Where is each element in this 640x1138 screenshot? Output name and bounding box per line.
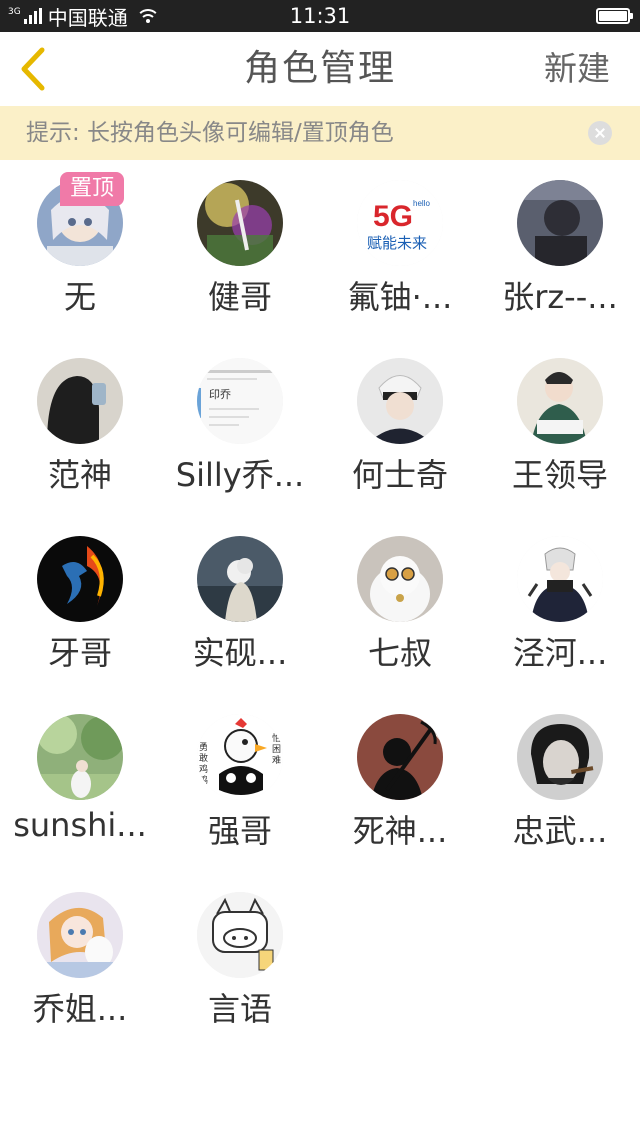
role-grid: 置顶 无 健哥 5G hello 赋能未来 氟铀·... 张rz--... 范神	[0, 160, 640, 1050]
role-item[interactable]: 健哥	[160, 160, 320, 338]
battery-icon	[596, 8, 633, 24]
role-item[interactable]: 实砚...	[160, 516, 320, 694]
avatar-image[interactable]	[197, 536, 283, 622]
role-name: 实砚...	[192, 634, 288, 672]
role-item[interactable]: 忠武...	[480, 694, 640, 872]
role-item[interactable]: 泾河...	[480, 516, 640, 694]
role-item[interactable]: 张rz--...	[480, 160, 640, 338]
avatar-image[interactable]	[357, 714, 443, 800]
avatar-image[interactable]	[517, 536, 603, 622]
role-item[interactable]: 5G hello 赋能未来 氟铀·...	[320, 160, 480, 338]
role-item[interactable]: sunshi...	[0, 694, 160, 872]
avatar-image[interactable]: 5G hello 赋能未来	[357, 180, 443, 266]
tip-text: 提示: 长按角色头像可编辑/置顶角色	[26, 120, 394, 146]
tip-banner: 提示: 长按角色头像可编辑/置顶角色	[0, 106, 640, 160]
avatar-image[interactable]: 勇敢鸡鸡 不怕困难	[197, 714, 283, 800]
avatar-image[interactable]: 印乔	[197, 358, 283, 444]
role-item[interactable]: 印乔 Silly乔...	[160, 338, 320, 516]
role-name: 张rz--...	[502, 278, 618, 316]
avatar-image[interactable]	[517, 358, 603, 444]
header: 角色管理 新建	[0, 32, 640, 106]
role-item[interactable]: 七叔	[320, 516, 480, 694]
status-time: 11:31	[289, 4, 351, 28]
close-tip-icon[interactable]	[588, 121, 612, 145]
role-name: 牙哥	[47, 634, 112, 672]
role-name: 健哥	[207, 278, 272, 316]
avatar-image[interactable]	[37, 892, 123, 978]
avatar-image[interactable]	[517, 714, 603, 800]
new-role-button[interactable]: 新建	[544, 32, 610, 106]
avatar-image[interactable]	[197, 892, 283, 978]
role-name: Silly乔...	[175, 456, 305, 494]
role-name: 氟铀·...	[347, 278, 453, 316]
pinned-badge: 置顶	[60, 172, 124, 206]
role-item[interactable]: 牙哥	[0, 516, 160, 694]
avatar-image[interactable]	[37, 536, 123, 622]
role-item[interactable]: 勇敢鸡鸡 不怕困难 强哥	[160, 694, 320, 872]
status-bar: 3G 中国联通 11:31	[0, 0, 640, 32]
avatar-image[interactable]	[357, 536, 443, 622]
role-item[interactable]: 言语	[160, 872, 320, 1050]
logo-slogan-text: 赋能未来	[367, 234, 427, 252]
logo-hello-text: hello	[413, 199, 430, 208]
role-name: 言语	[207, 990, 272, 1028]
avatar-image[interactable]	[517, 180, 603, 266]
role-name: 七叔	[367, 634, 432, 672]
role-item[interactable]: 死神...	[320, 694, 480, 872]
role-item[interactable]: 置顶 无	[0, 160, 160, 338]
role-name: 何士奇	[351, 456, 448, 494]
role-item[interactable]: 范神	[0, 338, 160, 516]
role-name: 忠武...	[512, 812, 608, 850]
avatar-image[interactable]	[197, 180, 283, 266]
avatar-image[interactable]	[357, 358, 443, 444]
role-name: 无	[63, 278, 96, 316]
role-name: 强哥	[207, 812, 272, 850]
role-name: 范神	[47, 456, 112, 494]
role-name: 死神...	[352, 812, 448, 850]
role-name: 乔姐...	[32, 990, 128, 1028]
role-name: sunshi...	[13, 806, 147, 844]
role-name: 王领导	[511, 456, 608, 494]
role-item[interactable]: 王领导	[480, 338, 640, 516]
role-name: 泾河...	[512, 634, 608, 672]
role-item[interactable]: 乔姐...	[0, 872, 160, 1050]
role-item[interactable]: 何士奇	[320, 338, 480, 516]
doc-title-text: 印乔	[209, 388, 231, 401]
avatar-image[interactable]	[37, 714, 123, 800]
avatar-image[interactable]	[37, 358, 123, 444]
logo-5g-text: 5G	[373, 200, 413, 233]
